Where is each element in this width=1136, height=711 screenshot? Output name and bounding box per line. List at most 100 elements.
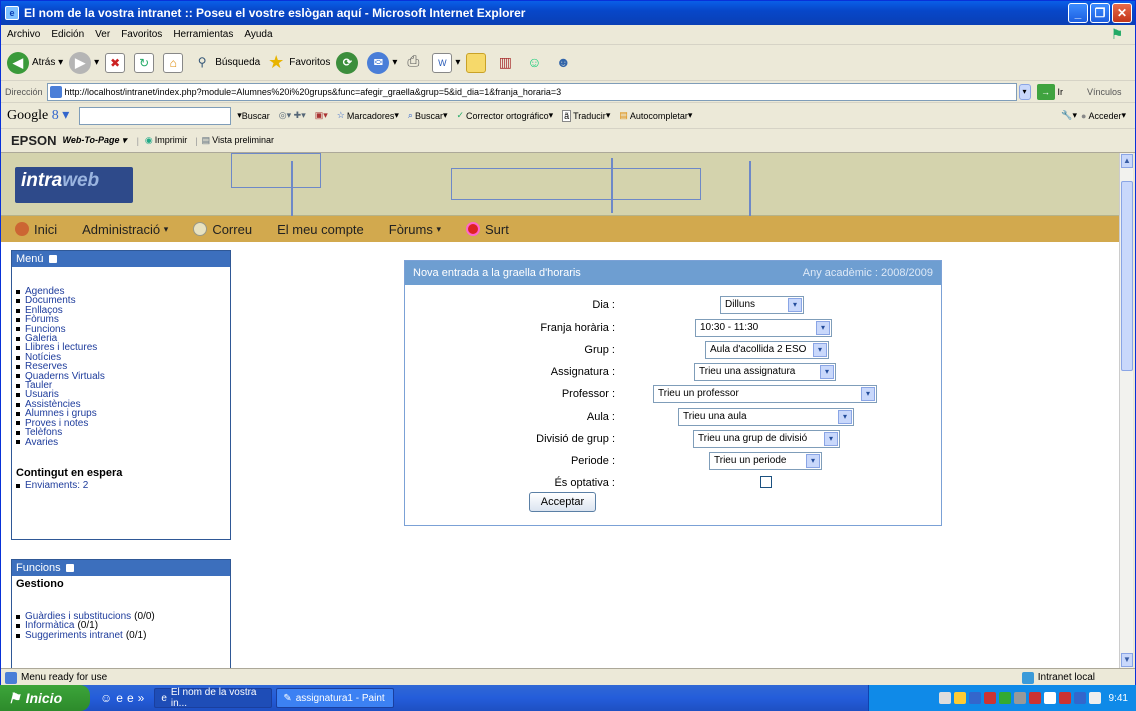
minimize-button[interactable]: _ xyxy=(1068,3,1088,23)
users-button[interactable]: ☻ xyxy=(553,53,576,73)
tray-icon[interactable] xyxy=(1073,692,1086,704)
menu-ayuda[interactable]: Ayuda xyxy=(244,29,272,40)
collapse-icon[interactable] xyxy=(65,564,74,572)
stop-button[interactable]: ✖ xyxy=(105,52,128,73)
nav-inici[interactable]: Inici xyxy=(15,222,57,237)
forward-button[interactable]: ▶ ▾ xyxy=(69,51,99,74)
discuss-button[interactable] xyxy=(466,52,489,73)
translate-button[interactable]: ã Traducir ▾ xyxy=(562,109,610,122)
home-icon xyxy=(15,222,29,236)
ie-alt-icon[interactable]: e xyxy=(127,691,134,705)
google-search-button[interactable]: ▾ Buscar xyxy=(237,110,270,121)
close-button[interactable]: ✕ xyxy=(1112,3,1132,23)
print-button[interactable]: ⎙ xyxy=(403,53,426,73)
bookmark-star-icon: ☆ xyxy=(336,110,345,120)
vertical-scrollbar[interactable]: ▲ ▼ xyxy=(1119,153,1133,668)
messenger-icon[interactable]: ☺ xyxy=(100,691,112,705)
google-g-icon[interactable]: 8 ▾ xyxy=(52,108,70,123)
nav-el-meu-compte[interactable]: El meu compte xyxy=(277,222,364,237)
grup-select[interactable]: Aula d'acollida 2 ESO ▾ xyxy=(705,341,829,359)
collapse-icon[interactable] xyxy=(48,255,57,263)
stop-icon: ✖ xyxy=(105,52,126,73)
periode-select[interactable]: Trieu un periode ▾ xyxy=(709,452,822,470)
start-button[interactable]: ⚑ Inicio xyxy=(0,685,90,711)
aula-select[interactable]: Trieu una aula ▾ xyxy=(678,408,854,426)
menu-item[interactable]: Avaries xyxy=(16,437,226,447)
tray-icon[interactable] xyxy=(953,692,966,704)
back-button[interactable]: ◀ Atrás ▾ xyxy=(7,51,63,74)
tray-icon[interactable] xyxy=(1058,692,1071,704)
optativa-checkbox[interactable] xyxy=(760,476,772,488)
research-button[interactable]: ▥ xyxy=(495,53,518,73)
word-icon: W xyxy=(432,52,453,73)
acceptar-button[interactable]: Acceptar xyxy=(529,492,596,512)
epson-print-button[interactable]: ◉ Imprimir xyxy=(145,135,187,146)
professor-select[interactable]: Trieu un professor ▾ xyxy=(653,385,877,403)
tray-icon[interactable] xyxy=(998,692,1011,704)
address-input[interactable]: http://localhost/intranet/index.php?modu… xyxy=(46,82,1017,101)
page-status-icon xyxy=(5,671,17,684)
scroll-down-icon[interactable]: ▼ xyxy=(1121,653,1133,667)
more-icon[interactable]: » xyxy=(138,691,145,705)
webtopage-button[interactable]: Web-To-Page ▾ xyxy=(63,135,127,146)
tray-icon[interactable] xyxy=(1043,692,1056,704)
divisio-select[interactable]: Trieu una grup de divisió ▾ xyxy=(693,430,840,448)
messenger-button[interactable]: ☺ xyxy=(524,53,547,73)
divisio-label: Divisió de grup : xyxy=(536,433,615,445)
menu-archivo[interactable]: Archivo xyxy=(7,29,40,40)
task-ie[interactable]: e El nom de la vostra in... xyxy=(154,687,273,709)
tray-icon[interactable] xyxy=(1013,692,1026,704)
refresh-button[interactable]: ↻ xyxy=(134,52,157,73)
tray-icon[interactable] xyxy=(1028,692,1041,704)
go-label[interactable]: Ir xyxy=(1058,87,1064,97)
zone-label: Intranet local xyxy=(1037,672,1095,683)
history-button[interactable]: ⟳ xyxy=(336,51,361,74)
google-pagerank-icon[interactable]: ▣▾ xyxy=(315,110,328,121)
spellcheck-button[interactable]: ✓ Corrector ortográfico ▾ xyxy=(457,110,554,121)
menu-ver[interactable]: Ver xyxy=(95,29,110,40)
mail-button[interactable]: ✉ ▾ xyxy=(367,51,397,74)
home-button[interactable]: ⌂ xyxy=(163,52,186,73)
intraweb-logo[interactable]: intraweb xyxy=(15,167,133,203)
find-button[interactable]: ⌕ Buscar ▾ xyxy=(408,110,448,121)
ie-icon[interactable]: e xyxy=(116,691,123,705)
franja-select[interactable]: 10:30 - 11:30 ▾ xyxy=(695,319,832,337)
dropdown-arrow-icon: ▾ xyxy=(163,223,169,234)
tray-icon[interactable] xyxy=(1088,692,1101,704)
task-paint[interactable]: ✎ assignatura1 - Paint xyxy=(276,688,395,708)
autofill-button[interactable]: ▤ Autocompletar ▾ xyxy=(619,110,692,121)
menu-favoritos[interactable]: Favoritos xyxy=(121,29,162,40)
menu-herramientas[interactable]: Herramientas xyxy=(173,29,233,40)
chevron-down-icon: ▾ xyxy=(806,454,820,468)
scroll-up-icon[interactable]: ▲ xyxy=(1121,154,1133,168)
scroll-thumb[interactable] xyxy=(1121,181,1133,371)
bookmarks-button[interactable]: ☆ Marcadores ▾ xyxy=(337,110,399,121)
settings-wrench-icon[interactable]: 🔧▾ xyxy=(1061,110,1077,121)
epson-preview-button[interactable]: ▤ Vista preliminar xyxy=(202,135,274,146)
waiting-item[interactable]: Enviaments: 2 xyxy=(16,480,226,490)
tray-icon[interactable] xyxy=(968,692,981,704)
go-button[interactable]: → xyxy=(1036,83,1055,100)
users-icon: ☻ xyxy=(556,53,571,70)
address-dropdown-icon[interactable]: ▾ xyxy=(1018,83,1031,100)
nav-forums[interactable]: Fòrums ▾ xyxy=(389,222,441,237)
edit-button[interactable]: W ▾ xyxy=(432,52,460,73)
nav-surt[interactable]: Surt xyxy=(465,222,509,237)
windows-logo-icon: ⚑ xyxy=(1110,26,1124,42)
menu-edicion[interactable]: Edición xyxy=(51,29,84,40)
nav-administracio[interactable]: Administració ▾ xyxy=(82,222,168,237)
tray-icon[interactable] xyxy=(983,692,996,704)
dia-select[interactable]: Dilluns ▾ xyxy=(720,296,804,314)
links-label[interactable]: Vínculos xyxy=(1087,87,1122,97)
signin-button[interactable]: ● Acceder ▾ xyxy=(1081,110,1126,121)
favorites-button[interactable]: ★ Favoritos xyxy=(266,53,330,73)
funcions-item[interactable]: Suggeriments intranet (0/1) xyxy=(16,630,226,640)
assignatura-select[interactable]: Trieu una assignatura ▾ xyxy=(694,363,836,381)
window-title: El nom de la vostra intranet :: Poseu el… xyxy=(24,6,526,20)
help-tray-icon[interactable] xyxy=(938,692,951,704)
maximize-button[interactable]: ❐ xyxy=(1090,3,1110,23)
google-options-icon[interactable]: ◎▾ ✚▾ xyxy=(279,110,306,121)
nav-correu[interactable]: Correu xyxy=(193,222,252,237)
google-search-input[interactable] xyxy=(79,106,232,125)
search-button[interactable]: ⚲ Búsqueda xyxy=(192,53,260,73)
